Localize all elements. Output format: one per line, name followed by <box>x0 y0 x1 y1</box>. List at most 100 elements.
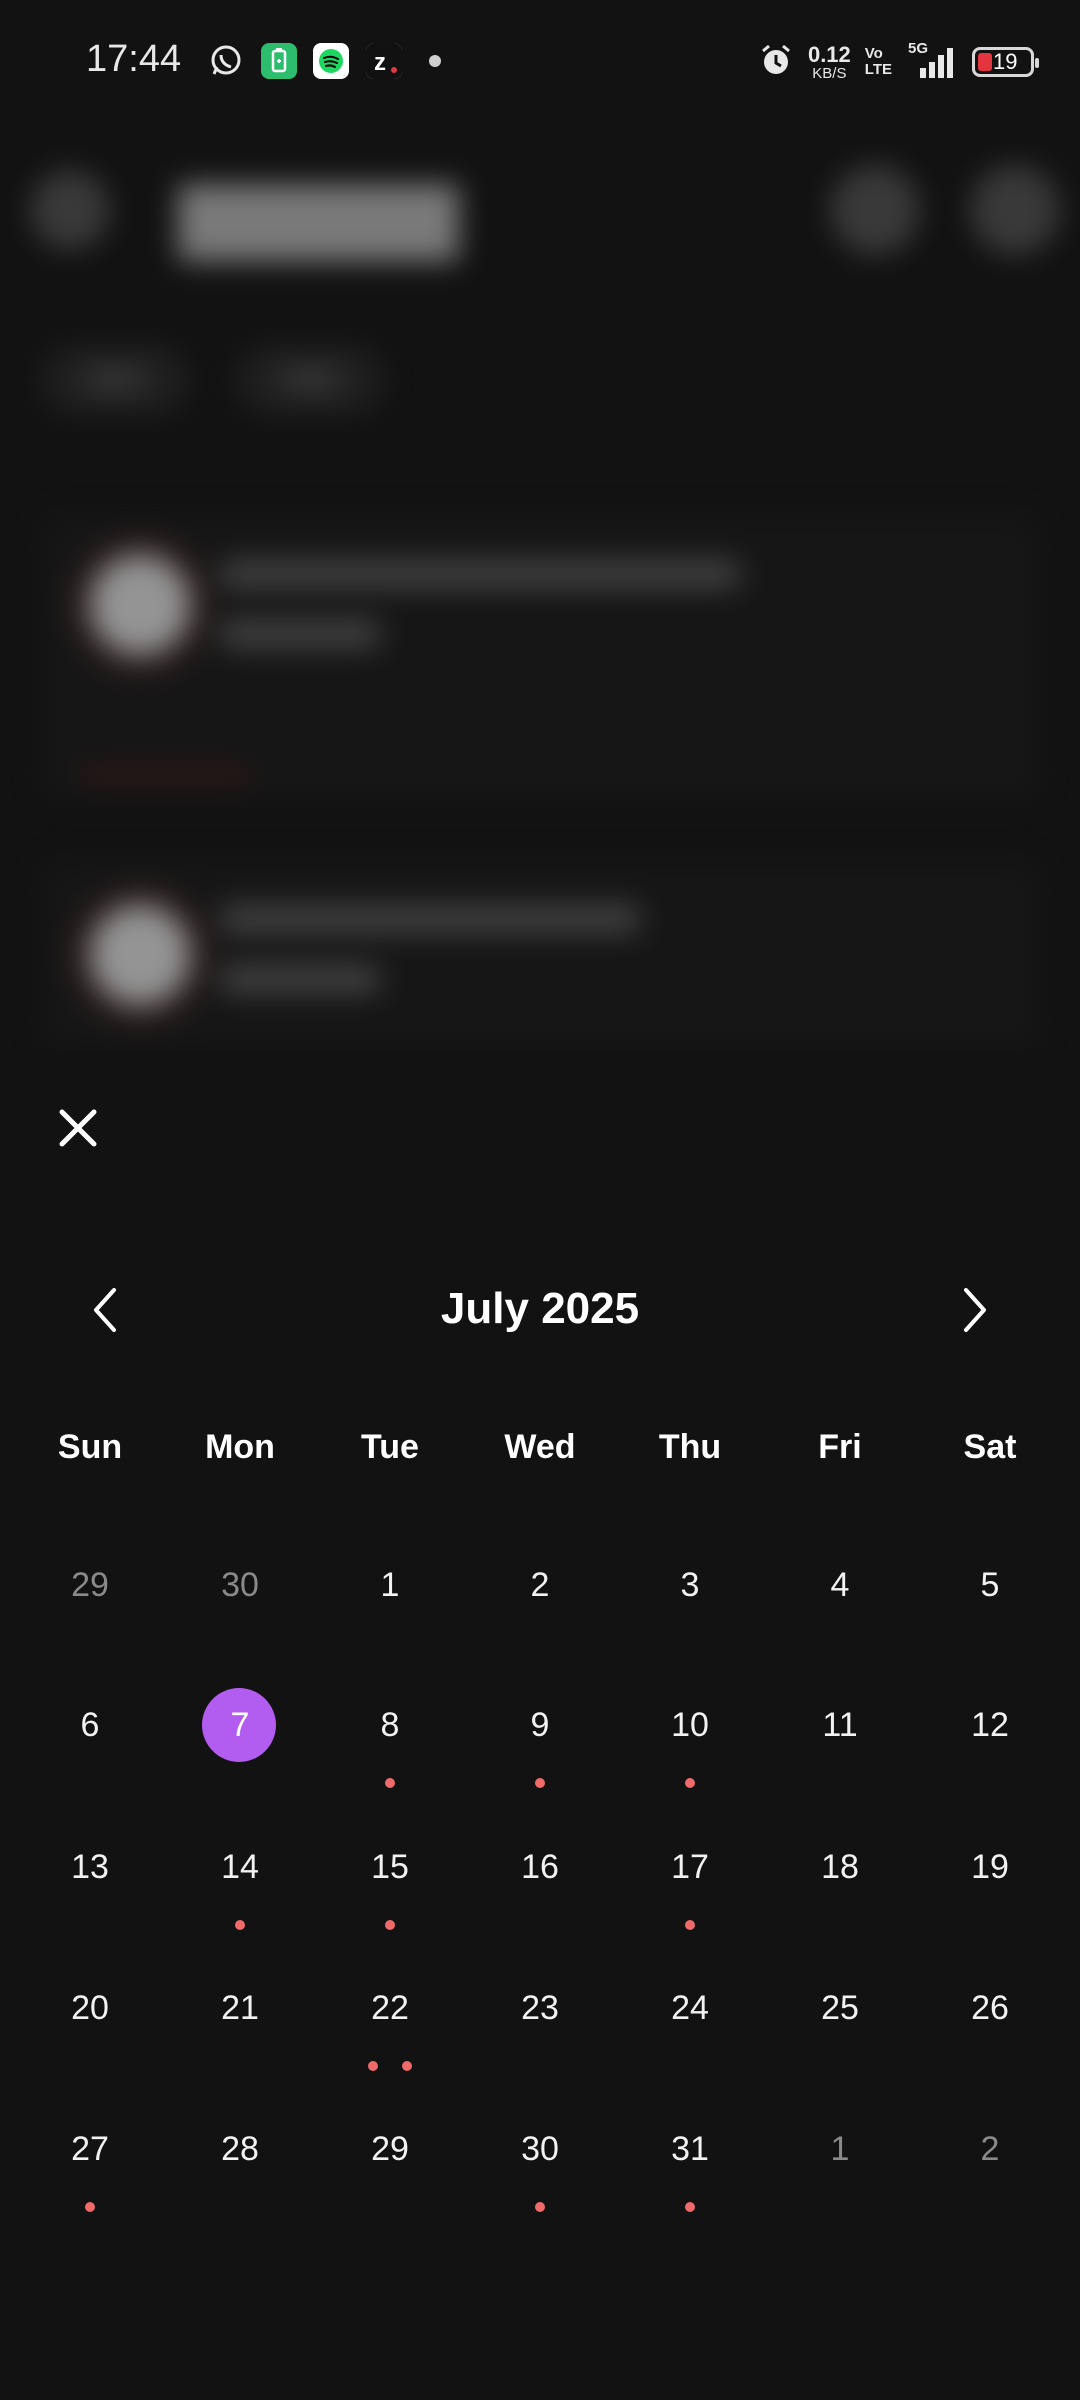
calendar-day[interactable]: 27 <box>20 2102 160 2222</box>
calendar-day[interactable]: 22 <box>320 1961 460 2081</box>
network-speed-unit: KB/S <box>812 64 847 82</box>
alarm-icon <box>758 42 794 83</box>
day-number: 6 <box>80 1706 100 1744</box>
calendar-day[interactable]: 1 <box>320 1538 460 1658</box>
network-speed: 0.12 KB/S <box>807 41 851 82</box>
day-number: 19 <box>971 1848 1009 1886</box>
calendar-day[interactable]: 26 <box>920 1961 1060 2081</box>
calendar-day[interactable]: 29 <box>320 2102 460 2222</box>
blurred-action-icon <box>970 165 1060 255</box>
event-indicator <box>470 1778 610 1788</box>
day-number: 15 <box>371 1848 409 1886</box>
calendar-day-selected[interactable]: 7 <box>170 1678 310 1798</box>
blurred-background-app: ▇▇▇▇▇ <box>0 0 1080 1050</box>
event-indicator <box>320 1920 460 1930</box>
day-number: 7 <box>230 1706 250 1744</box>
battery-level: 19 <box>993 49 1018 74</box>
day-number: 8 <box>380 1706 400 1744</box>
calendar-day[interactable]: 17 <box>620 1820 760 1940</box>
close-button[interactable] <box>50 1102 106 1158</box>
event-dot <box>535 1778 545 1788</box>
calendar-day[interactable]: 11 <box>770 1678 910 1798</box>
calendar-day[interactable]: 24 <box>620 1961 760 2081</box>
calendar-day[interactable]: 14 <box>170 1820 310 1940</box>
day-number: 16 <box>521 1848 559 1886</box>
calendar-day[interactable]: 23 <box>470 1961 610 2081</box>
calendar-day[interactable]: 19 <box>920 1820 1060 1940</box>
day-number: 9 <box>530 1706 550 1744</box>
day-number: 25 <box>821 1989 859 2027</box>
blurred-card <box>40 515 1040 800</box>
event-dot <box>235 1920 245 1930</box>
day-number: 31 <box>671 2130 709 2168</box>
event-dot <box>402 2061 412 2071</box>
calendar-day[interactable]: 6 <box>20 1678 160 1798</box>
calendar-day[interactable]: 30 <box>170 1538 310 1658</box>
calendar-day[interactable]: 20 <box>20 1961 160 2081</box>
close-icon <box>56 1106 100 1155</box>
calendar-day[interactable]: 3 <box>620 1538 760 1658</box>
day-number: 28 <box>221 2130 259 2168</box>
month-title: July 2025 <box>440 1284 640 1333</box>
calendar-day[interactable]: 5 <box>920 1538 1060 1658</box>
weekday-label: Thu <box>658 1428 722 1466</box>
day-number: 26 <box>971 1989 1009 2027</box>
weekday-label: Tue <box>361 1428 419 1466</box>
battery-saver-icon <box>261 43 297 79</box>
blurred-action-icon <box>830 165 920 255</box>
calendar-day[interactable]: 4 <box>770 1538 910 1658</box>
month-header: July 2025 <box>0 1272 1080 1352</box>
blurred-card <box>40 860 1040 1050</box>
day-number: 3 <box>680 1566 700 1604</box>
calendar-day[interactable]: 1 <box>770 2102 910 2222</box>
calendar-day[interactable]: 18 <box>770 1820 910 1940</box>
calendar-day[interactable]: 21 <box>170 1961 310 2081</box>
calendar-day[interactable]: 16 <box>470 1820 610 1940</box>
calendar-day[interactable]: 12 <box>920 1678 1060 1798</box>
day-number: 14 <box>221 1848 259 1886</box>
next-month-button[interactable] <box>934 1272 1014 1352</box>
event-indicator <box>620 2202 760 2212</box>
weekday-header-row: Sun Mon Tue Wed Thu Fri Sat <box>0 1428 1080 1478</box>
calendar-sheet: July 2025 Sun Mon Tue Wed Thu Fri Sat 29 30 1 2 3 4… <box>0 1050 1080 2400</box>
svg-text:z: z <box>374 49 386 76</box>
day-number: 27 <box>71 2130 109 2168</box>
event-dot <box>85 2202 95 2212</box>
calendar-day[interactable]: 10 <box>620 1678 760 1798</box>
day-number: 5 <box>980 1566 1000 1604</box>
day-number: 22 <box>371 1989 409 2027</box>
volte-bottom: LTE <box>864 61 892 78</box>
calendar-day[interactable]: 13 <box>20 1820 160 1940</box>
calendar-day[interactable]: 9 <box>470 1678 610 1798</box>
calendar-day[interactable]: 29 <box>20 1538 160 1658</box>
calendar-day[interactable]: 2 <box>920 2102 1060 2222</box>
calendar-day[interactable]: 31 <box>620 2102 760 2222</box>
calendar-day[interactable]: 30 <box>470 2102 610 2222</box>
signal-strength-icon: 5G <box>906 40 958 82</box>
weekday-label: Mon <box>205 1428 275 1466</box>
day-number: 1 <box>830 2130 850 2168</box>
status-bar: 17:44 z 0.12 KB/S Vo LTE 5G 19 <box>0 0 1080 124</box>
calendar-day[interactable]: 15 <box>320 1820 460 1940</box>
day-number: 13 <box>71 1848 109 1886</box>
day-number: 20 <box>71 1989 109 2027</box>
day-number: 2 <box>530 1566 550 1604</box>
event-indicator <box>620 1778 760 1788</box>
event-dot <box>685 1920 695 1930</box>
blurred-back-icon <box>30 170 110 250</box>
calendar-day[interactable]: 25 <box>770 1961 910 2081</box>
calendar-day[interactable]: 28 <box>170 2102 310 2222</box>
day-number: 10 <box>671 1706 709 1744</box>
event-indicator <box>170 1920 310 1930</box>
calendar-day[interactable]: 8 <box>320 1678 460 1798</box>
day-number: 17 <box>671 1848 709 1886</box>
event-dot <box>685 1778 695 1788</box>
day-number: 24 <box>671 1989 709 2027</box>
day-number: 11 <box>822 1706 858 1744</box>
status-time: 17:44 <box>86 38 182 80</box>
calendar-day[interactable]: 2 <box>470 1538 610 1658</box>
day-number: 12 <box>971 1706 1009 1744</box>
day-number: 1 <box>380 1566 400 1604</box>
network-speed-value: 0.12 <box>807 41 851 67</box>
event-indicator <box>320 2061 460 2071</box>
